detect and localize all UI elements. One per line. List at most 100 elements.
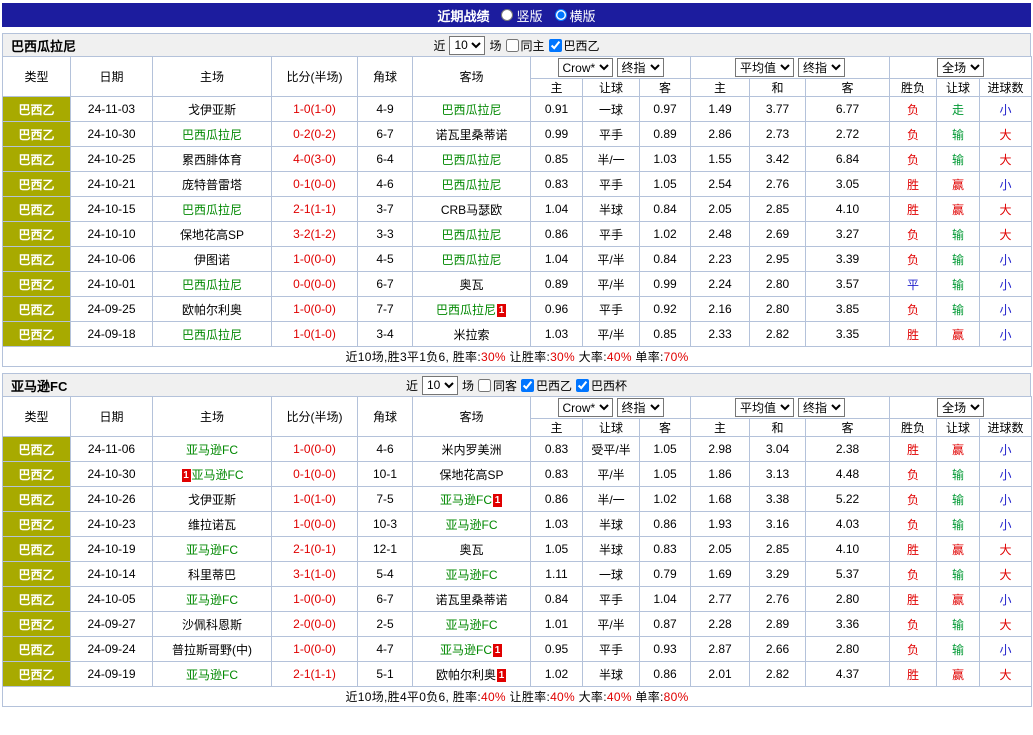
- layout-option-horizontal[interactable]: 横版: [555, 6, 596, 25]
- bookmaker-select[interactable]: Crow*: [558, 398, 613, 417]
- away-team[interactable]: 巴西瓜拉尼: [413, 97, 531, 122]
- home-team[interactable]: 巴西瓜拉尼: [153, 322, 272, 347]
- team-name[interactable]: 亚马逊FC: [440, 493, 492, 507]
- away-team[interactable]: 巴西瓜拉尼: [413, 222, 531, 247]
- team-name[interactable]: 奥瓦: [459, 543, 483, 557]
- team-name[interactable]: 巴西瓜拉尼: [436, 303, 496, 317]
- home-team[interactable]: 亚马逊FC: [153, 662, 272, 687]
- team-name[interactable]: CRB马瑟欧: [441, 203, 502, 217]
- score-cell[interactable]: 1-0(0-0): [272, 247, 358, 272]
- score-cell[interactable]: 1-0(0-0): [272, 297, 358, 322]
- home-team[interactable]: 戈伊亚斯: [153, 487, 272, 512]
- vertical-layout-radio[interactable]: [501, 9, 513, 21]
- team-name[interactable]: 庞特普雷塔: [182, 178, 242, 192]
- home-team[interactable]: 巴西瓜拉尼: [153, 197, 272, 222]
- recent-count-select[interactable]: 10: [422, 376, 458, 395]
- team-name[interactable]: 亚马逊FC: [446, 518, 498, 532]
- away-team[interactable]: CRB马瑟欧: [413, 197, 531, 222]
- score-cell[interactable]: 4-0(3-0): [272, 147, 358, 172]
- team-name[interactable]: 亚马逊FC: [186, 543, 238, 557]
- home-team[interactable]: 伊图诺: [153, 247, 272, 272]
- score-cell[interactable]: 2-1(1-1): [272, 197, 358, 222]
- team-name[interactable]: 巴西瓜拉尼: [441, 153, 501, 167]
- filter-same-away[interactable]: 同客: [478, 377, 517, 394]
- full-match-select[interactable]: 全场: [937, 398, 984, 417]
- team-name[interactable]: 巴西瓜拉尼: [441, 103, 501, 117]
- filter-same-home[interactable]: 同主: [506, 37, 545, 54]
- home-team[interactable]: 巴西瓜拉尼: [153, 122, 272, 147]
- score-cell[interactable]: 2-1(1-1): [272, 662, 358, 687]
- away-team[interactable]: 米内罗美洲: [413, 437, 531, 462]
- team-name[interactable]: 欧帕尔利奥: [436, 668, 496, 682]
- full-match-select[interactable]: 全场: [937, 58, 984, 77]
- team-name[interactable]: 科里蒂巴: [188, 568, 236, 582]
- score-cell[interactable]: 0-0(0-0): [272, 272, 358, 297]
- home-team[interactable]: 普拉斯哥野(中): [153, 637, 272, 662]
- away-team[interactable]: 巴西瓜拉尼: [413, 172, 531, 197]
- score-cell[interactable]: 0-1(0-0): [272, 172, 358, 197]
- away-team[interactable]: 巴西瓜拉尼1: [413, 297, 531, 322]
- team-name[interactable]: 亚马逊FC: [192, 468, 244, 482]
- serie-b-checkbox[interactable]: [521, 379, 534, 392]
- team-name[interactable]: 伊图诺: [194, 253, 230, 267]
- score-cell[interactable]: 2-1(0-1): [272, 537, 358, 562]
- score-cell[interactable]: 0-1(0-0): [272, 462, 358, 487]
- team-name[interactable]: 沙佩科恩斯: [182, 618, 242, 632]
- home-team[interactable]: 亚马逊FC: [153, 537, 272, 562]
- score-cell[interactable]: 0-2(0-2): [272, 122, 358, 147]
- score-cell[interactable]: 3-1(1-0): [272, 562, 358, 587]
- score-cell[interactable]: 1-0(0-0): [272, 637, 358, 662]
- eu-stage-select[interactable]: 终指: [798, 398, 845, 417]
- home-team[interactable]: 巴西瓜拉尼: [153, 272, 272, 297]
- away-team[interactable]: 亚马逊FC: [413, 562, 531, 587]
- away-team[interactable]: 诺瓦里桑蒂诺: [413, 587, 531, 612]
- home-team[interactable]: 保地花高SP: [153, 222, 272, 247]
- score-cell[interactable]: 1-0(0-0): [272, 437, 358, 462]
- score-cell[interactable]: 1-0(0-0): [272, 512, 358, 537]
- home-team[interactable]: 维拉诺瓦: [153, 512, 272, 537]
- horizontal-layout-radio[interactable]: [555, 9, 567, 21]
- serie-b-checkbox[interactable]: [549, 39, 562, 52]
- team-name[interactable]: 亚马逊FC: [446, 568, 498, 582]
- home-team[interactable]: 欧帕尔利奥: [153, 297, 272, 322]
- home-team[interactable]: 亚马逊FC: [153, 587, 272, 612]
- bookmaker-select[interactable]: Crow*: [558, 58, 613, 77]
- team-name[interactable]: 亚马逊FC: [186, 593, 238, 607]
- home-team[interactable]: 戈伊亚斯: [153, 97, 272, 122]
- team-name[interactable]: 米内罗美洲: [441, 443, 501, 457]
- team-name[interactable]: 巴西瓜拉尼: [182, 328, 242, 342]
- score-cell[interactable]: 1-0(1-0): [272, 487, 358, 512]
- team-name[interactable]: 保地花高SP: [180, 228, 244, 242]
- team-name[interactable]: 奥瓦: [459, 278, 483, 292]
- home-team[interactable]: 庞特普雷塔: [153, 172, 272, 197]
- recent-count-select[interactable]: 10: [449, 36, 485, 55]
- away-team[interactable]: 巴西瓜拉尼: [413, 247, 531, 272]
- filter-league-serie-b[interactable]: 巴西乙: [521, 377, 572, 394]
- team-name[interactable]: 保地花高SP: [439, 468, 503, 482]
- team-name[interactable]: 普拉斯哥野(中): [172, 643, 252, 657]
- team-name[interactable]: 累西腓体育: [182, 153, 242, 167]
- eu-stage-select[interactable]: 终指: [798, 58, 845, 77]
- away-team[interactable]: 保地花高SP: [413, 462, 531, 487]
- away-team[interactable]: 米拉索: [413, 322, 531, 347]
- home-team[interactable]: 累西腓体育: [153, 147, 272, 172]
- home-team[interactable]: 1亚马逊FC: [153, 462, 272, 487]
- team-name[interactable]: 米拉索: [453, 328, 489, 342]
- team-name[interactable]: 巴西瓜拉尼: [182, 128, 242, 142]
- layout-option-vertical[interactable]: 竖版: [501, 6, 542, 25]
- ah-stage-select[interactable]: 终指: [617, 398, 664, 417]
- away-team[interactable]: 奥瓦: [413, 537, 531, 562]
- ah-stage-select[interactable]: 终指: [617, 58, 664, 77]
- score-cell[interactable]: 3-2(1-2): [272, 222, 358, 247]
- team-name[interactable]: 维拉诺瓦: [188, 518, 236, 532]
- away-team[interactable]: 亚马逊FC: [413, 512, 531, 537]
- same-away-checkbox[interactable]: [478, 379, 491, 392]
- same-home-checkbox[interactable]: [506, 39, 519, 52]
- away-team[interactable]: 亚马逊FC1: [413, 637, 531, 662]
- team-name[interactable]: 戈伊亚斯: [188, 493, 236, 507]
- eu-average-select[interactable]: 平均值: [735, 58, 794, 77]
- away-team[interactable]: 亚马逊FC: [413, 612, 531, 637]
- team-name[interactable]: 亚马逊FC: [186, 668, 238, 682]
- score-cell[interactable]: 1-0(0-0): [272, 587, 358, 612]
- filter-league-serie-b[interactable]: 巴西乙: [549, 37, 600, 54]
